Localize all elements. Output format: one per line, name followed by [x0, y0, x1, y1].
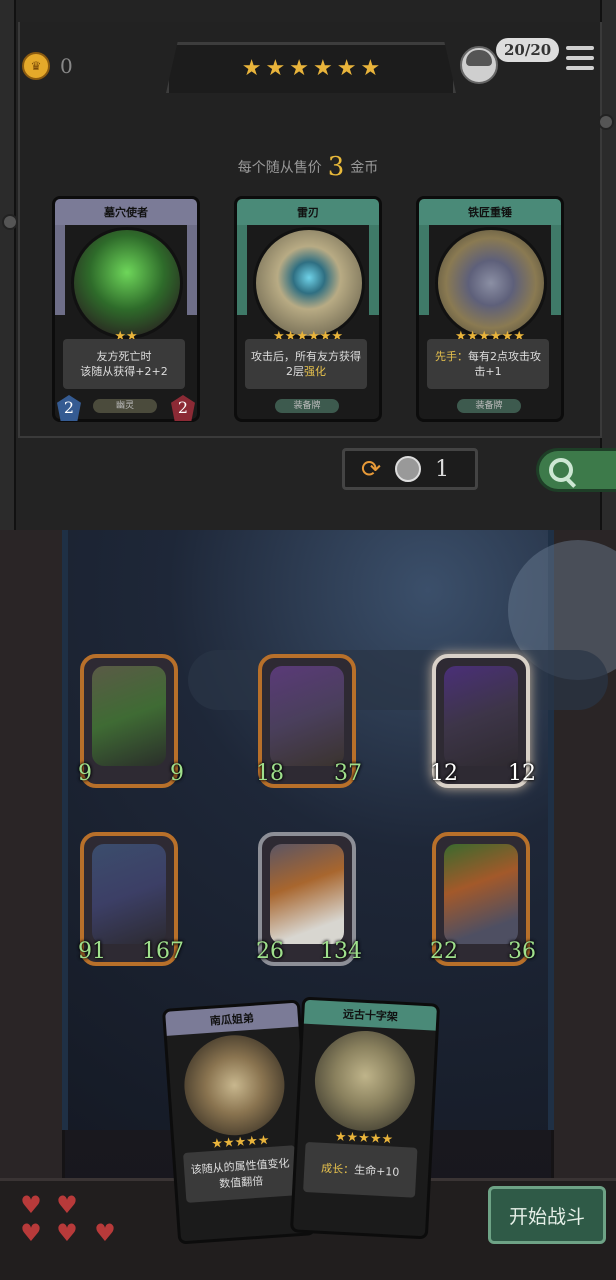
- start-battle-button[interactable]: 开始战斗: [488, 1186, 606, 1244]
- unit-attack: 18: [254, 759, 286, 791]
- card-description: 先手：每有2点攻击攻击+1: [427, 339, 549, 389]
- population-badge: 20/20: [496, 38, 560, 62]
- star-icon: ★: [313, 56, 333, 81]
- board-unit[interactable]: 9 9: [76, 654, 206, 791]
- card-description: 成长：生命+10: [303, 1141, 418, 1198]
- board-unit[interactable]: 18 37: [254, 654, 370, 791]
- card-side: [419, 225, 429, 315]
- life-heart-icon: ♥: [56, 1191, 78, 1219]
- card-title: 南瓜姐弟: [165, 1002, 299, 1036]
- unit-health: 37: [334, 759, 370, 791]
- unit-art: [444, 666, 518, 766]
- star-icon: ★: [289, 56, 309, 81]
- card-title: 墓穴使者: [55, 199, 197, 225]
- card-art: [312, 1028, 418, 1134]
- board-unit[interactable]: 22 36: [428, 832, 544, 969]
- card-art: [181, 1031, 288, 1139]
- card-side: [551, 225, 561, 315]
- unit-health: 12: [508, 759, 544, 791]
- life-heart-icon: ♥: [20, 1191, 42, 1219]
- sell-price-value: 3: [327, 152, 345, 182]
- card-tribe-tag: 幽灵: [93, 399, 157, 413]
- card-side: [237, 225, 247, 315]
- life-heart-icon: ♥: [56, 1219, 78, 1247]
- unit-art: [92, 844, 166, 944]
- sell-price-suffix: 金币: [350, 160, 379, 176]
- sell-price-prefix: 每个随从售价: [237, 160, 322, 176]
- hand-card-ancient-cross[interactable]: 远古十字架 ★★★★★ 成长：生命+10: [289, 996, 441, 1240]
- unit-art: [92, 666, 166, 766]
- shop-card-blacksmith-hammer[interactable]: 铁匠重锤 ★★★★★★ 先手：每有2点攻击攻击+1 装备牌: [416, 196, 564, 422]
- star-icon: ★: [360, 56, 381, 81]
- card-art: [71, 227, 183, 339]
- card-side: [369, 225, 379, 315]
- search-button[interactable]: [536, 448, 616, 492]
- shop-panel: ♛ 0 ★ ★ ★ ★ ★ ★ 20/20 每个随从售价 3 金币 墓穴使者 ★★ …: [0, 0, 616, 536]
- cloud: [188, 650, 608, 710]
- card-title: 远古十字架: [303, 999, 437, 1031]
- battle-board: 9 9 18 37 12 12 91 167 26 134 22 36 ♥ ♥ …: [0, 530, 616, 1280]
- gold-counter: ♛ 0: [22, 52, 73, 80]
- tavern-level-stars: ★ ★ ★ ★ ★ ★: [166, 42, 456, 93]
- unit-health: 36: [508, 937, 544, 969]
- star-icon: ★: [336, 56, 357, 81]
- shop-card-crypt-messenger[interactable]: 墓穴使者 ★★ 友方死亡时 该随从获得+2+2 幽灵 2 2: [52, 196, 200, 422]
- card-description: 该随从的属性值变化数值翻倍: [183, 1145, 299, 1203]
- search-icon: [549, 458, 573, 482]
- card-description: 攻击后，所有友方获得2层强化: [245, 339, 367, 389]
- card-type-tag: 装备牌: [457, 399, 521, 413]
- rivet: [2, 214, 18, 230]
- board-unit[interactable]: 26 134: [254, 832, 362, 969]
- gold-value: 0: [60, 54, 73, 78]
- unit-art: [444, 844, 518, 944]
- unit-health: 134: [320, 937, 362, 969]
- unit-health: 9: [170, 759, 206, 791]
- sell-price-line: 每个随从售价 3 金币: [0, 152, 616, 182]
- card-title: 雷刃: [237, 199, 379, 225]
- card-art: [253, 227, 365, 339]
- refresh-cost: 1: [435, 456, 450, 482]
- refresh-button[interactable]: ⟳ 1: [342, 448, 478, 490]
- card-attack: 2: [57, 395, 81, 421]
- unit-health: 167: [142, 937, 184, 969]
- unit-attack: 12: [428, 759, 460, 791]
- shop-frame-left: [0, 0, 16, 530]
- board-wall-left: [0, 530, 65, 1280]
- card-description: 友方死亡时 该随从获得+2+2: [63, 339, 185, 389]
- shop-card-thunder-blade[interactable]: 雷刃 ★★★★★★ 攻击后，所有友方获得2层强化 装备牌: [234, 196, 382, 422]
- unit-art: [270, 666, 344, 766]
- silver-coin-icon: [395, 456, 422, 482]
- menu-icon[interactable]: [566, 46, 594, 76]
- gold-coin-icon: ♛: [22, 52, 50, 80]
- unit-attack: 9: [76, 759, 108, 791]
- card-health: 2: [171, 395, 195, 421]
- card-side: [187, 225, 197, 315]
- card-type-tag: 装备牌: [275, 399, 339, 413]
- star-icon: ★: [265, 56, 286, 81]
- refresh-icon: ⟳: [361, 455, 382, 483]
- unit-attack: 22: [428, 937, 460, 969]
- star-icon: ★: [241, 56, 262, 81]
- card-side: [55, 225, 65, 315]
- rivet: [598, 114, 614, 130]
- life-heart-icon: ♥: [94, 1219, 116, 1247]
- board-unit-selected[interactable]: 12 12: [428, 654, 544, 791]
- card-art: [435, 227, 547, 339]
- life-heart-icon: ♥: [20, 1219, 42, 1247]
- board-unit[interactable]: 91 167: [76, 832, 184, 969]
- unit-attack: 91: [76, 937, 108, 969]
- unit-art: [270, 844, 344, 944]
- player-avatar[interactable]: [460, 46, 498, 84]
- unit-attack: 26: [254, 937, 286, 969]
- card-title: 铁匠重锤: [419, 199, 561, 225]
